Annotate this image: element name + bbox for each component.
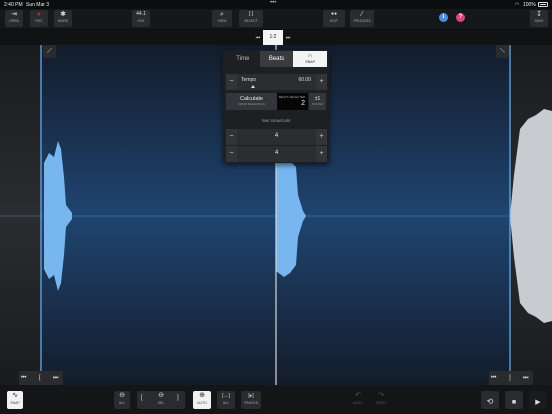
status-bar: 2:40 PM Sun Mar 3 ••• ◠ 100% — [0, 0, 552, 9]
zoom-selection-button[interactable]: ⊖ SEL — [153, 391, 169, 406]
page-prev-button[interactable]: ⏮ — [253, 35, 263, 41]
tracks-icon: [▸] — [248, 393, 254, 399]
redo-icon: ↷ — [378, 392, 384, 399]
page-number[interactable]: 1:2 — [263, 30, 283, 45]
popover-tabs: Time Beats ∩ SNAP — [226, 51, 328, 67]
ts-bottom-increment-button[interactable]: + — [316, 146, 327, 162]
loop-button[interactable]: ⟲ — [481, 391, 499, 409]
select-all-icon: [↔] — [222, 393, 230, 399]
undo-button[interactable]: ↶ UNDO — [350, 391, 366, 409]
help-icon[interactable]: ? — [456, 13, 465, 22]
tempo-popover: Time Beats ∩ SNAP − Tempo 60.00 + Calcul… — [223, 50, 329, 163]
magnet-icon: ∩ — [308, 53, 313, 59]
save-icon: ↧ — [536, 11, 542, 18]
multitask-dots[interactable]: ••• — [270, 0, 276, 6]
stop-button[interactable]: ■ — [505, 391, 523, 409]
beats-selected-value: 2 — [301, 100, 305, 107]
zoom-in-icon: ⊕ — [199, 392, 205, 399]
ts-top-increment-button[interactable]: + — [316, 129, 327, 145]
more-icon: ✱ — [60, 11, 66, 18]
info-icon[interactable]: i — [439, 13, 448, 22]
skip-back-icon[interactable]: ⏮ — [491, 371, 496, 385]
set-end-bracket[interactable]: ] — [509, 371, 511, 385]
selection-end-controls: ⏮ ] ⏭ — [489, 371, 533, 385]
zoom-icon: ⊖ — [158, 392, 164, 399]
stop-icon: ■ — [511, 399, 517, 406]
play-button[interactable]: ▶ — [529, 391, 547, 409]
play-icon: ▶ — [535, 399, 541, 406]
ts-top-value[interactable]: 4 — [226, 133, 327, 139]
battery-icon — [538, 2, 548, 7]
tempo-increment-button[interactable]: + — [316, 74, 327, 90]
save-button[interactable]: ↧ SAVE — [530, 10, 548, 27]
wifi-icon: ◠ — [515, 2, 520, 8]
undo-icon: ↶ — [355, 392, 361, 399]
bracket-left-button[interactable]: [ — [141, 395, 143, 401]
tempo-row: − Tempo 60.00 + — [226, 74, 327, 90]
record-icon: ● — [36, 11, 42, 18]
magnifier-icon: ⌕ — [220, 11, 224, 18]
page-navigator: ⏮ 1:2 ⏭ — [253, 30, 293, 45]
time-signature-bottom-row: − 4 + — [226, 146, 327, 162]
tempo-slider-marker[interactable] — [251, 85, 255, 88]
fade-out-icon: ⟍ — [500, 48, 505, 55]
tab-time[interactable]: Time — [226, 51, 260, 67]
skip-forward-icon[interactable]: ⏭ — [53, 371, 58, 385]
bracket-right-button[interactable]: ] — [177, 395, 179, 401]
zoom-out-icon: ⊖ — [119, 392, 125, 399]
bottom-toolbar — [0, 385, 552, 414]
redo-button[interactable]: ↷ REDO — [373, 391, 389, 409]
skip-back-icon[interactable]: ⏮ — [21, 371, 26, 385]
fade-in-icon: ⟋ — [47, 48, 52, 55]
select-icon: [·] — [248, 11, 254, 17]
edit-button[interactable]: ●● EDIT — [323, 10, 345, 27]
calculate-button[interactable]: Calculate FROM SELECTION — [226, 93, 277, 110]
set-start-bracket[interactable]: [ — [39, 371, 41, 385]
snap-button[interactable]: ∿ SNAP — [7, 391, 23, 409]
select-button[interactable]: [·] SELECT — [239, 10, 263, 27]
more-button[interactable]: ✱ MORE — [54, 10, 72, 27]
round-button[interactable]: ±1 ROUND — [309, 93, 326, 110]
time-signature-top-row: − 4 + — [226, 129, 327, 145]
fade-out-button[interactable]: ⟍ — [496, 45, 509, 58]
tempo-label: Tempo — [241, 77, 257, 83]
beats-selected-field[interactable]: BEATS SELECTED 2 — [277, 93, 308, 110]
wave-icon: ∿ — [12, 392, 18, 399]
open-icon: ⇥ — [11, 11, 17, 18]
ts-bottom-value[interactable]: 4 — [226, 150, 327, 156]
tab-beats[interactable]: Beats — [259, 51, 294, 67]
clock: 2:40 PM — [4, 2, 23, 8]
open-button[interactable]: ⇥ OPEN — [5, 10, 23, 27]
date: Sun Mar 3 — [26, 2, 50, 8]
tempo-value[interactable]: 60.00 — [298, 77, 311, 83]
page-next-button[interactable]: ⏭ — [283, 35, 293, 41]
selection-start-controls: ⏮ [ ⏭ — [19, 371, 63, 385]
tracks-button[interactable]: [▸] TRACKS — [241, 391, 261, 409]
skip-forward-icon[interactable]: ⏭ — [523, 371, 528, 385]
battery-percent: 100% — [523, 2, 536, 8]
record-button[interactable]: ● REC — [30, 10, 48, 27]
edit-icon: ●● — [330, 11, 338, 17]
process-button[interactable]: ⁄ PROCESS — [350, 10, 374, 27]
zoom-auto-button[interactable]: ⊕ AUTO — [193, 391, 211, 409]
zoom-selection-group: [ ⊖ SEL ] — [137, 391, 185, 409]
select-all-button[interactable]: [↔] ALL — [217, 391, 235, 409]
zoom-all-button[interactable]: ⊖ ALL — [114, 391, 130, 409]
view-button[interactable]: ⌕ VIEW — [212, 10, 232, 27]
snap-toggle[interactable]: ∩ SNAP — [293, 51, 328, 67]
top-toolbar: ⇥ OPEN ● REC ✱ MORE 44.1 KHZ ⌕ VIEW [·] … — [0, 9, 552, 29]
sample-rate-button[interactable]: 44.1 KHZ — [132, 10, 150, 27]
loop-icon: ⟲ — [486, 397, 494, 406]
wand-icon: ⁄ — [361, 11, 363, 18]
fade-in-button[interactable]: ⟋ — [43, 45, 56, 58]
time-signature-label: TIME SIGNATURE — [261, 119, 291, 123]
tempo-decrement-button[interactable]: − — [226, 74, 237, 90]
